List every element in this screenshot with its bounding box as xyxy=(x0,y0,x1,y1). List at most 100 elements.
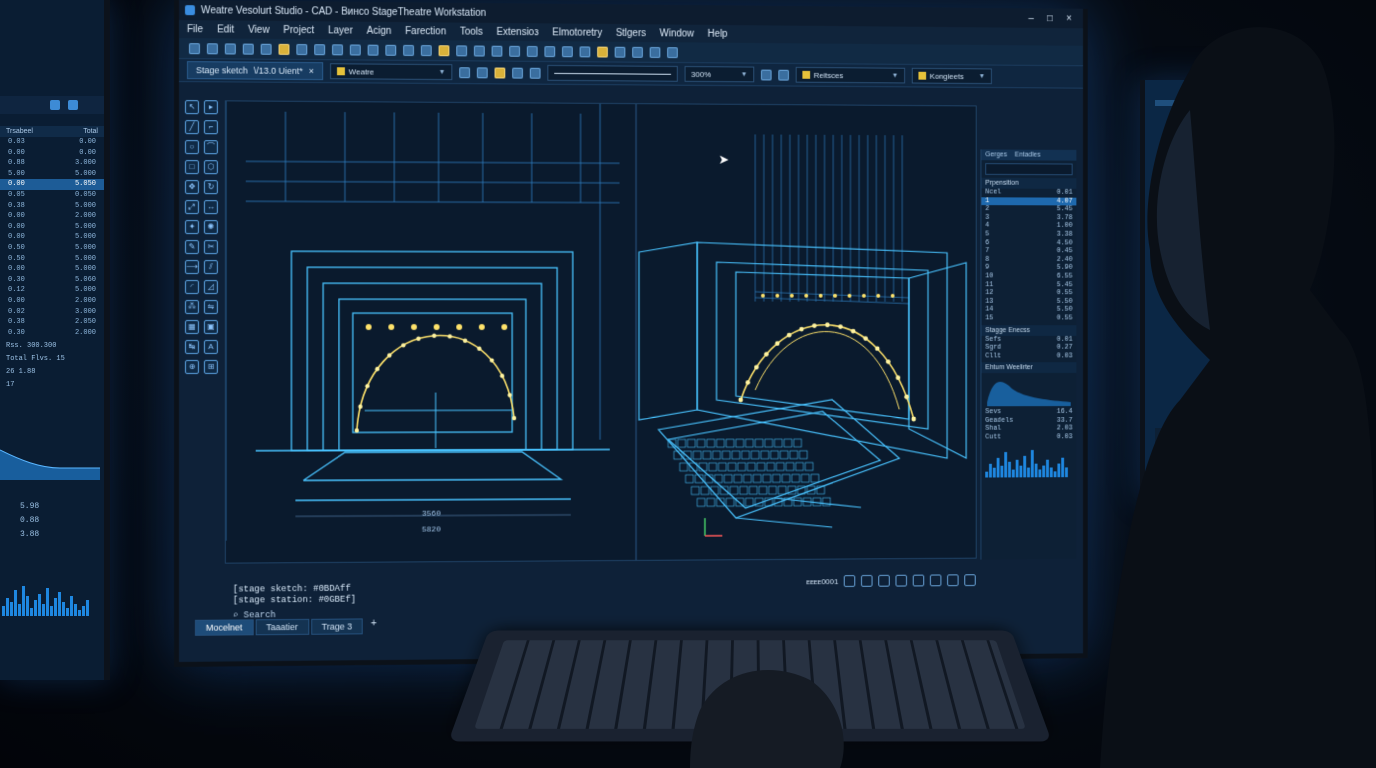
panel-search-input[interactable] xyxy=(985,163,1073,176)
osnap-toggle-icon[interactable] xyxy=(913,574,925,587)
menu-item-9[interactable]: Elmotoretry xyxy=(552,27,602,38)
rotate-icon[interactable]: ↻ xyxy=(203,180,218,195)
undo-icon[interactable] xyxy=(314,43,326,55)
table-row[interactable]: 0.50 5.000 xyxy=(0,243,104,254)
property-row[interactable]: 4 1.00 xyxy=(981,222,1076,231)
block-icon[interactable] xyxy=(597,46,608,58)
property-row[interactable]: Geadels 33.7 xyxy=(981,417,1076,426)
measure-icon[interactable] xyxy=(529,67,541,79)
trim-icon[interactable]: ✂ xyxy=(203,240,218,255)
menu-item-5[interactable]: Acign xyxy=(367,25,392,36)
property-row[interactable]: 7 0.45 xyxy=(981,247,1076,256)
menu-item-0[interactable]: File xyxy=(187,24,203,35)
settings-icon[interactable] xyxy=(964,574,977,587)
clipboard-icon[interactable] xyxy=(296,43,308,55)
pointer-icon[interactable]: ↖ xyxy=(184,100,199,115)
lamp-icon[interactable]: ✺ xyxy=(203,220,218,235)
array-icon[interactable] xyxy=(509,45,520,57)
measure-icon[interactable]: ⊞ xyxy=(203,359,218,374)
text-icon[interactable]: A xyxy=(203,339,218,354)
measure-icon[interactable] xyxy=(473,45,485,57)
text-icon[interactable] xyxy=(544,45,556,57)
layer-dropdown[interactable]: Reitsces ▼ xyxy=(795,66,905,84)
light-icon[interactable]: ✦ xyxy=(184,220,199,235)
table-row[interactable]: 0.50 5.000 xyxy=(0,254,104,265)
filter-icon[interactable] xyxy=(68,100,78,110)
style-dropdown[interactable]: Weatre ▼ xyxy=(329,63,453,81)
redo-icon[interactable] xyxy=(332,43,343,55)
block-icon[interactable]: ▣ xyxy=(203,320,218,334)
close-button[interactable]: × xyxy=(1066,13,1072,24)
polar-toggle-icon[interactable] xyxy=(895,574,908,587)
property-row[interactable]: 2 5.45 xyxy=(981,205,1076,214)
table-row[interactable]: 0.12 5.000 xyxy=(0,285,104,296)
cut-icon[interactable] xyxy=(349,43,361,56)
grid-icon[interactable] xyxy=(367,44,379,56)
table-row[interactable]: 0.00 5.000 xyxy=(0,222,104,233)
export-icon[interactable] xyxy=(667,46,678,58)
print-icon[interactable] xyxy=(242,43,254,55)
table-row[interactable]: 0.05 0.050 xyxy=(0,190,104,201)
zoom-out-icon[interactable] xyxy=(403,44,414,56)
zoom-in-icon[interactable] xyxy=(760,69,772,80)
table-row[interactable]: 0.00 5.050 xyxy=(0,179,104,190)
extend-icon[interactable]: ⟶ xyxy=(184,260,199,275)
menu-item-11[interactable]: Window xyxy=(660,28,694,39)
polyline-icon[interactable]: ⌐ xyxy=(203,120,218,135)
zoom-icon[interactable]: ⊕ xyxy=(184,359,199,374)
property-row[interactable]: 3 3.78 xyxy=(981,214,1076,223)
property-row[interactable]: Ncel 0.01 xyxy=(981,188,1076,197)
zoom-dropdown[interactable]: 300% ▼ xyxy=(684,66,755,83)
hatch-icon[interactable] xyxy=(579,45,591,57)
tab-model[interactable]: Mocelnet xyxy=(194,619,254,636)
table-row[interactable]: 0.00 0.00 xyxy=(0,148,104,159)
table-icon[interactable]: ▦ xyxy=(184,320,199,334)
light-icon[interactable] xyxy=(494,67,506,78)
table-row[interactable]: 0.00 5.000 xyxy=(0,232,104,243)
drawing-viewport[interactable]: 3560 5820 ➤ xyxy=(224,100,977,564)
stretch-icon[interactable]: ↔ xyxy=(203,200,218,215)
property-row[interactable]: 5 3.38 xyxy=(981,230,1076,239)
dimension-icon[interactable] xyxy=(562,45,573,57)
menu-item-1[interactable]: Edit xyxy=(217,24,234,35)
circle-icon[interactable]: ○ xyxy=(184,140,199,155)
table-row[interactable]: 0.88 3.000 xyxy=(0,158,104,169)
menu-item-3[interactable]: Project xyxy=(283,24,314,35)
zoom-in-icon[interactable] xyxy=(385,44,397,56)
table-row[interactable]: 0.02 3.000 xyxy=(0,307,104,318)
settings-icon[interactable] xyxy=(50,100,60,110)
property-row[interactable]: Sgrd 0.27 xyxy=(981,344,1076,352)
snap-icon[interactable] xyxy=(491,45,503,57)
rect-icon[interactable]: □ xyxy=(184,160,199,175)
grid-icon[interactable] xyxy=(476,66,488,78)
save-icon[interactable] xyxy=(224,42,236,55)
property-row[interactable]: Sefs 0.01 xyxy=(981,335,1076,343)
menu-item-10[interactable]: Stlgers xyxy=(616,27,646,38)
property-row[interactable]: 8 2.40 xyxy=(981,256,1076,265)
property-row[interactable]: 9 5.90 xyxy=(981,264,1076,273)
light-icon[interactable] xyxy=(614,46,626,58)
property-row[interactable]: 6 4.50 xyxy=(981,239,1076,248)
layer-icon[interactable] xyxy=(438,44,450,56)
copy-icon[interactable] xyxy=(260,43,272,55)
table-row[interactable]: 0.00 2.000 xyxy=(0,296,104,307)
table-row[interactable]: 0.38 2.050 xyxy=(0,317,104,328)
fillet-icon[interactable]: ◜ xyxy=(184,280,199,295)
table-row[interactable]: 5.00 5.000 xyxy=(0,169,104,180)
property-row[interactable]: Cutt 0.03 xyxy=(981,433,1076,442)
line-icon[interactable] xyxy=(456,44,468,56)
paint-icon[interactable]: ✎ xyxy=(184,240,199,255)
document-tab[interactable]: Stage sketch \/13.0 Uient* × xyxy=(186,61,323,81)
tab-layout-1[interactable]: Taaatier xyxy=(255,618,309,636)
dimension-icon[interactable]: ↹ xyxy=(184,339,199,354)
property-row[interactable]: 1 4.07 xyxy=(981,196,1077,206)
table-row[interactable]: 0.30 2.000 xyxy=(0,328,104,339)
text-icon[interactable] xyxy=(512,67,523,79)
menu-item-7[interactable]: Tools xyxy=(460,26,483,37)
view-dropdown[interactable]: Kongieets ▼ xyxy=(911,67,992,85)
tab-layout-2[interactable]: Trage 3 xyxy=(310,618,363,635)
property-row[interactable]: Shal 2.03 xyxy=(981,425,1076,434)
camera-icon[interactable] xyxy=(649,46,661,58)
grid-toggle-icon[interactable] xyxy=(861,574,873,587)
zoom-out-icon[interactable] xyxy=(778,69,789,81)
